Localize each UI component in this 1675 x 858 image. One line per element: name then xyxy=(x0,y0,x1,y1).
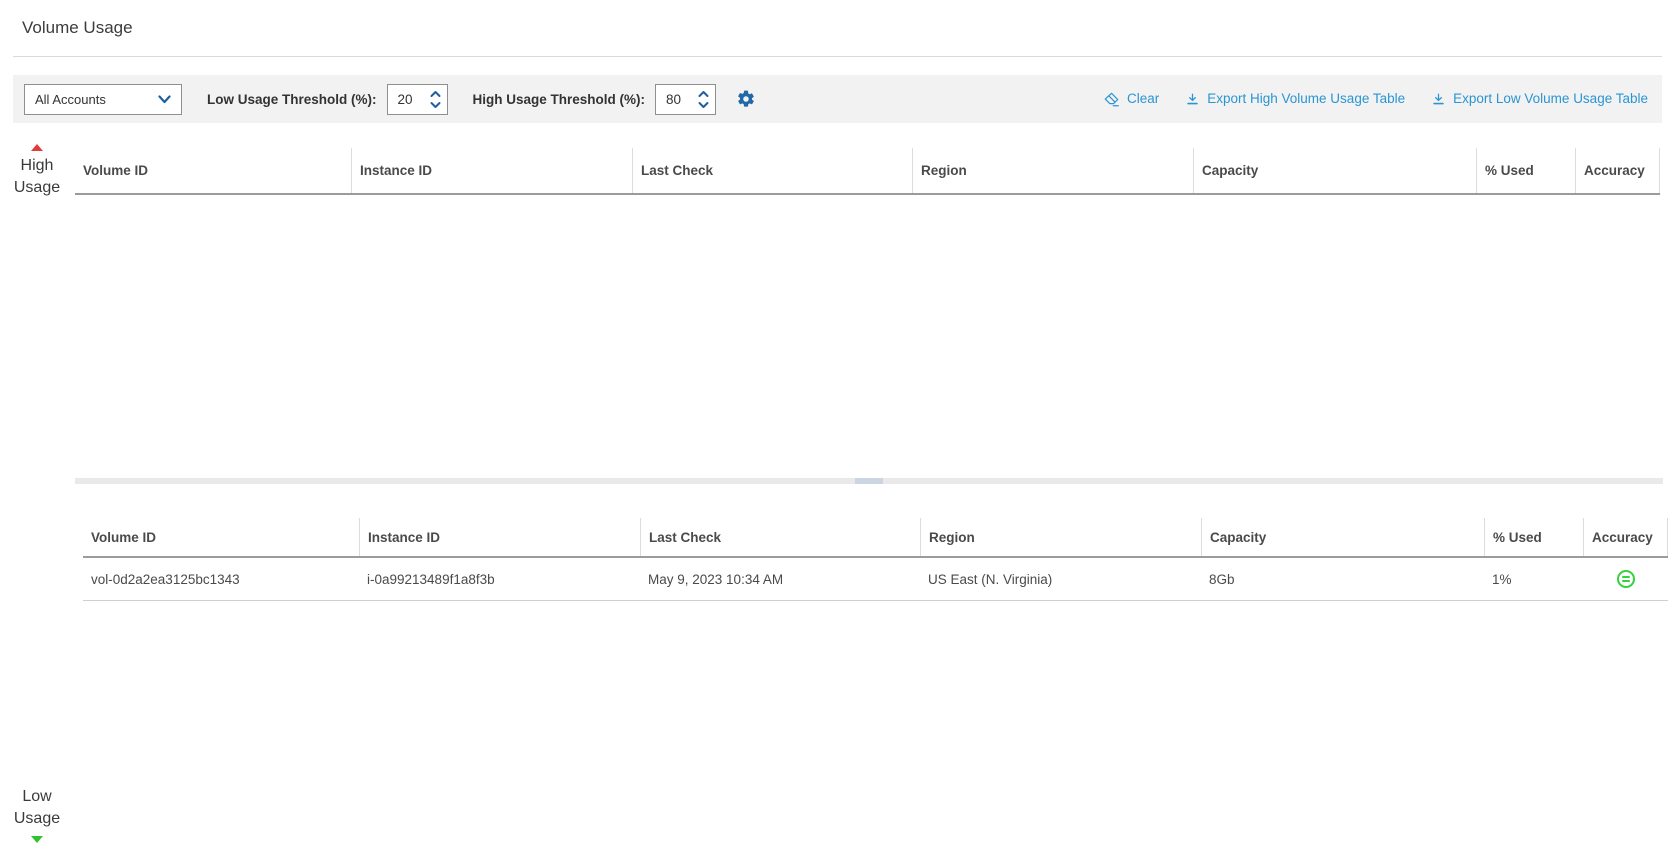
equals-circle-icon xyxy=(1617,570,1635,588)
column-header-capacity: Capacity xyxy=(1201,518,1484,556)
cell-volume-id: vol-0d2a2ea3125bc1343 xyxy=(83,558,359,600)
low-usage-label-line2: Usage xyxy=(0,808,74,830)
column-header-instance-id: Instance ID xyxy=(351,148,632,193)
column-header-accuracy: Accuracy xyxy=(1583,518,1668,556)
high-threshold-input[interactable] xyxy=(656,92,696,107)
low-threshold-input[interactable] xyxy=(388,92,428,107)
account-filter-value: All Accounts xyxy=(35,92,106,107)
page-title: Volume Usage xyxy=(22,18,133,38)
chevron-down-icon xyxy=(158,95,171,104)
export-high-volume-button[interactable]: Export High Volume Usage Table xyxy=(1185,92,1405,107)
download-icon xyxy=(1431,92,1446,107)
low-usage-table: Volume ID Instance ID Last Check Region … xyxy=(83,518,1668,601)
high-threshold-label: High Usage Threshold (%): xyxy=(473,92,646,107)
column-header-used: % Used xyxy=(1484,518,1583,556)
column-header-region: Region xyxy=(912,148,1193,193)
high-threshold-decrement-button[interactable] xyxy=(698,101,709,109)
low-usage-table-header: Volume ID Instance ID Last Check Region … xyxy=(83,518,1668,558)
low-usage-label: Low Usage xyxy=(0,786,74,843)
high-usage-label: High Usage xyxy=(0,144,74,199)
high-usage-label-line1: High xyxy=(0,155,74,177)
pane-splitter[interactable] xyxy=(75,478,1663,484)
cell-capacity: 8Gb xyxy=(1201,558,1484,600)
toolbar: All Accounts Low Usage Threshold (%): Hi… xyxy=(13,75,1662,123)
column-header-capacity: Capacity xyxy=(1193,148,1476,193)
column-header-accuracy: Accuracy xyxy=(1575,148,1660,193)
column-header-instance-id: Instance ID xyxy=(359,518,640,556)
eraser-icon xyxy=(1103,91,1120,108)
triangle-up-icon xyxy=(31,144,43,151)
column-header-volume-id: Volume ID xyxy=(75,148,351,193)
low-usage-label-line1: Low xyxy=(0,786,74,808)
low-threshold-label: Low Usage Threshold (%): xyxy=(207,92,377,107)
column-header-last-check: Last Check xyxy=(640,518,920,556)
high-threshold-increment-button[interactable] xyxy=(698,90,709,98)
high-threshold-field xyxy=(655,84,716,115)
splitter-handle[interactable] xyxy=(855,478,883,484)
download-icon xyxy=(1185,92,1200,107)
triangle-down-icon xyxy=(31,836,43,843)
column-header-region: Region xyxy=(920,518,1201,556)
low-threshold-decrement-button[interactable] xyxy=(430,101,441,109)
high-usage-label-line2: Usage xyxy=(0,177,74,199)
column-header-volume-id: Volume ID xyxy=(83,518,359,556)
clear-button[interactable]: Clear xyxy=(1103,91,1159,108)
export-low-label: Export Low Volume Usage Table xyxy=(1453,92,1648,106)
clear-label: Clear xyxy=(1127,92,1159,106)
export-high-label: Export High Volume Usage Table xyxy=(1207,92,1405,106)
account-filter-select[interactable]: All Accounts xyxy=(24,84,182,115)
cell-instance-id: i-0a99213489f1a8f3b xyxy=(359,558,640,600)
column-header-last-check: Last Check xyxy=(632,148,912,193)
settings-gear-icon[interactable] xyxy=(736,89,756,109)
table-row: vol-0d2a2ea3125bc1343 i-0a99213489f1a8f3… xyxy=(83,558,1668,601)
high-usage-table: Volume ID Instance ID Last Check Region … xyxy=(75,148,1660,195)
cell-region: US East (N. Virginia) xyxy=(920,558,1201,600)
low-threshold-increment-button[interactable] xyxy=(430,90,441,98)
low-threshold-field xyxy=(387,84,448,115)
title-divider xyxy=(13,56,1662,57)
column-header-used: % Used xyxy=(1476,148,1575,193)
high-threshold-spinner xyxy=(698,90,709,109)
cell-accuracy xyxy=(1583,558,1668,600)
cell-used: 1% xyxy=(1484,558,1583,600)
cell-last-check: May 9, 2023 10:34 AM xyxy=(640,558,920,600)
high-usage-table-header: Volume ID Instance ID Last Check Region … xyxy=(75,148,1660,195)
low-threshold-spinner xyxy=(430,90,441,109)
export-low-volume-button[interactable]: Export Low Volume Usage Table xyxy=(1431,92,1648,107)
toolbar-actions: Clear Export High Volume Usage Table Exp… xyxy=(1103,91,1648,108)
volume-usage-page: Volume Usage All Accounts Low Usage Thre… xyxy=(0,0,1675,858)
